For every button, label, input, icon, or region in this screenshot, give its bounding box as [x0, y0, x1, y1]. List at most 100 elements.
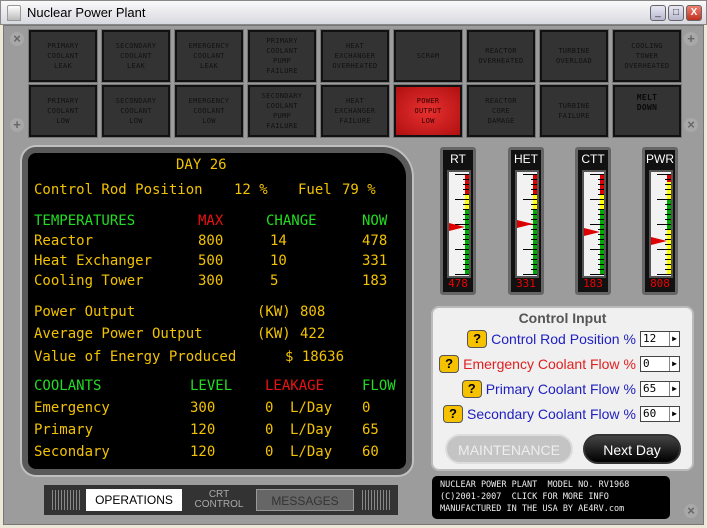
tab-operations[interactable]: OPERATIONS	[86, 489, 182, 511]
coolant-name: Secondary	[34, 444, 110, 460]
arrow-right-icon[interactable]: ▶	[669, 382, 679, 396]
flow-header: FLOW	[362, 378, 396, 394]
coolant-level: 120	[190, 422, 216, 438]
gauge-tick	[590, 174, 604, 175]
crt-display: DAY 26 Control Rod Position 12 % Fuel 79…	[22, 147, 412, 475]
arrow-right-icon[interactable]: ▶	[669, 357, 679, 371]
stepper-value[interactable]: 12	[643, 332, 656, 346]
gauge-label: PWR	[646, 152, 674, 166]
minimize-button[interactable]: _	[650, 5, 666, 21]
coolant-leak-unit: L/Day	[290, 400, 333, 416]
gauge-tick	[598, 239, 604, 240]
maximize-button[interactable]: □	[668, 5, 684, 21]
gauge-tick	[665, 269, 671, 270]
control-input-row: ? Emergency Coolant Flow% 0 ▶	[439, 355, 680, 373]
alarm-indicator: POWER OUTPUT LOW	[393, 84, 463, 138]
gauge-tick	[463, 269, 469, 270]
app-icon	[7, 4, 21, 21]
crt-tab-bar: OPERATIONS CRT CONTROL MESSAGES	[44, 485, 398, 515]
stepper-value[interactable]: 0	[643, 357, 650, 371]
gauge-tick	[598, 179, 604, 180]
temp-now: 478	[362, 233, 388, 249]
help-button[interactable]: ?	[443, 405, 464, 423]
gauge-pointer	[584, 228, 600, 236]
gauge-tick	[598, 244, 604, 245]
gauge-reading: 478	[448, 277, 468, 290]
gauge-pointer	[517, 220, 533, 228]
gauge-tick	[598, 254, 604, 255]
coolants-header: COOLANTS	[34, 378, 102, 394]
gauge-tick	[598, 214, 604, 215]
coolant-level: 300	[190, 400, 216, 416]
gauge-tick	[665, 229, 671, 230]
gauge-tick	[665, 214, 671, 215]
power-output-value: 808	[300, 304, 326, 320]
screw-icon: ×	[10, 32, 24, 46]
alarm-indicator: HEAT EXCHANGER FAILURE	[320, 84, 390, 138]
close-button[interactable]: X	[686, 5, 702, 21]
alarm-indicator: COOLING TOWER OVERHEATED	[612, 29, 682, 83]
next-day-button[interactable]: Next Day	[583, 434, 681, 464]
temp-name: Reactor	[34, 233, 94, 249]
avg-power-value: 422	[300, 326, 326, 342]
now-header: NOW	[362, 213, 388, 229]
percent-label: %	[623, 331, 636, 347]
alarm-indicator: TURBINE OVERLOAD	[539, 29, 609, 83]
control-input-title: Control Input	[518, 310, 607, 326]
stepper-value[interactable]: 65	[643, 382, 656, 396]
gauge-label: HET	[514, 152, 538, 166]
level-header: LEVEL	[190, 378, 233, 394]
alarm-indicator: REACTOR CORE DAMAGE	[466, 84, 536, 138]
maintenance-button[interactable]: MAINTENANCE	[445, 434, 573, 464]
arrow-right-icon[interactable]: ▶	[669, 407, 679, 421]
gauge-tick	[463, 239, 469, 240]
input-stepper[interactable]: 0 ▶	[640, 356, 680, 372]
energy-value-label: Value of Energy Produced	[34, 349, 237, 365]
temp-change: 14	[270, 233, 287, 249]
avg-power-unit: (KW)	[257, 326, 291, 342]
gauge-reading: 183	[583, 277, 603, 290]
temp-name: Heat Exchanger	[34, 253, 153, 269]
percent-label: %	[623, 406, 636, 422]
gauge-het: HET 331	[508, 147, 544, 295]
gauge-reading: 331	[516, 277, 536, 290]
input-stepper[interactable]: 65 ▶	[640, 381, 680, 397]
gauge-tick	[531, 204, 537, 205]
day-label: DAY 26	[176, 157, 227, 173]
coolant-leak-unit: L/Day	[290, 444, 333, 460]
energy-value: $ 18636	[285, 349, 345, 365]
gauge-tick	[665, 234, 671, 235]
alarm-indicator: TURBINE FAILURE	[539, 84, 609, 138]
gauge-tick	[531, 184, 537, 185]
input-label: Control Rod Position	[491, 331, 620, 347]
plate-line: (C)2001-2007 CLICK FOR MORE INFO	[440, 492, 609, 502]
stepper-value[interactable]: 60	[643, 407, 656, 421]
help-button[interactable]: ?	[439, 355, 460, 373]
gauge-tick	[598, 194, 604, 195]
gauge-tick	[531, 244, 537, 245]
gauge-tick	[665, 264, 671, 265]
alarm-indicator: REACTOR OVERHEATED	[466, 29, 536, 83]
crt-control-label: CRT CONTROL	[194, 489, 244, 510]
info-plate[interactable]: NUCLEAR POWER PLANT MODEL NO. RV1968 (C)2…	[432, 476, 670, 519]
help-button[interactable]: ?	[467, 330, 488, 348]
input-stepper[interactable]: 60 ▶	[640, 406, 680, 422]
gauge-tick	[463, 259, 469, 260]
help-button[interactable]: ?	[461, 380, 482, 398]
gauge-tick	[531, 189, 537, 190]
input-label: Emergency Coolant Flow	[463, 356, 620, 372]
grille-decoration	[52, 490, 80, 510]
gauge-tick	[531, 209, 537, 210]
gauge-tick	[531, 259, 537, 260]
temp-max: 500	[198, 253, 224, 269]
gauge-tick	[598, 189, 604, 190]
screw-icon: +	[684, 32, 698, 46]
tab-messages[interactable]: MESSAGES	[256, 489, 354, 511]
gauge-tick	[657, 224, 671, 225]
input-stepper[interactable]: 12 ▶	[640, 331, 680, 347]
gauge-tick	[665, 219, 671, 220]
gauge-tick	[598, 204, 604, 205]
arrow-right-icon[interactable]: ▶	[669, 332, 679, 346]
gauge-tick	[531, 239, 537, 240]
gauge-tick	[665, 254, 671, 255]
